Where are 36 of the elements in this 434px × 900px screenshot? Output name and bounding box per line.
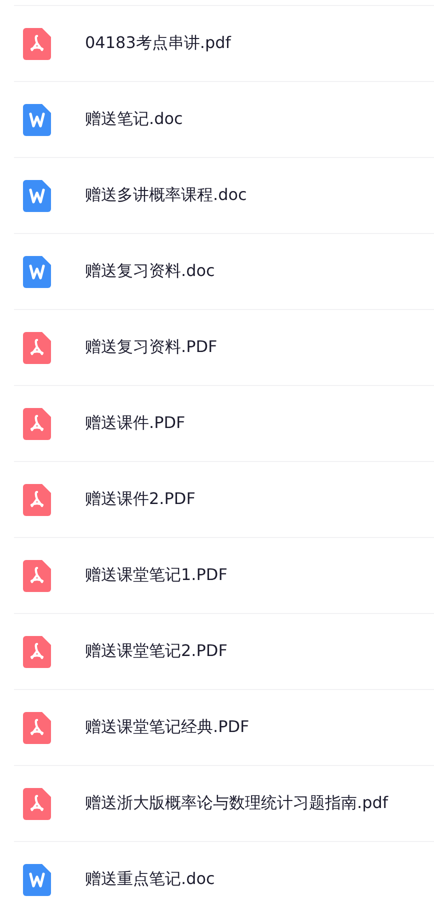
file-name: 赠送课堂笔记1.PDF	[85, 565, 228, 586]
pdf-file-icon	[23, 712, 51, 744]
file-row[interactable]: 赠送课堂笔记经典.PDF	[14, 689, 434, 765]
file-name: 赠送浙大版概率论与数理统计习题指南.pdf	[85, 793, 388, 814]
pdf-file-icon	[23, 788, 51, 820]
file-name: 赠送课件.PDF	[85, 413, 186, 434]
file-row[interactable]: 赠送课堂笔记1.PDF	[14, 537, 434, 613]
file-name: 04183考点串讲.pdf	[85, 33, 231, 54]
file-name: 赠送课堂笔记经典.PDF	[85, 717, 250, 738]
pdf-file-icon	[23, 484, 51, 516]
file-name: 赠送复习资料.doc	[85, 261, 215, 282]
file-name: 赠送多讲概率课程.doc	[85, 185, 247, 206]
pdf-file-icon	[23, 332, 51, 364]
word-file-icon	[23, 256, 51, 288]
file-row[interactable]: 赠送重点笔记.doc	[14, 841, 434, 900]
pdf-file-icon	[23, 28, 51, 60]
file-row[interactable]: 赠送课件.PDF	[14, 385, 434, 461]
file-name: 赠送课件2.PDF	[85, 489, 196, 510]
word-file-icon	[23, 180, 51, 212]
pdf-file-icon	[23, 560, 51, 592]
file-name: 赠送复习资料.PDF	[85, 337, 218, 358]
pdf-file-icon	[23, 636, 51, 668]
file-row[interactable]: 赠送课堂笔记2.PDF	[14, 613, 434, 689]
file-row[interactable]: 赠送复习资料.PDF	[14, 309, 434, 385]
word-file-icon	[23, 104, 51, 136]
file-row[interactable]: 04183考点串讲.pdf	[14, 5, 434, 81]
word-file-icon	[23, 864, 51, 896]
file-name: 赠送重点笔记.doc	[85, 869, 215, 890]
file-row[interactable]: 赠送浙大版概率论与数理统计习题指南.pdf	[14, 765, 434, 841]
file-row[interactable]: 赠送复习资料.doc	[14, 233, 434, 309]
pdf-file-icon	[23, 408, 51, 440]
file-row[interactable]: 赠送笔记.doc	[14, 81, 434, 157]
file-row[interactable]: 赠送多讲概率课程.doc	[14, 157, 434, 233]
file-name: 赠送课堂笔记2.PDF	[85, 641, 228, 662]
file-row[interactable]: 赠送课件2.PDF	[14, 461, 434, 537]
file-name: 赠送笔记.doc	[85, 109, 183, 130]
